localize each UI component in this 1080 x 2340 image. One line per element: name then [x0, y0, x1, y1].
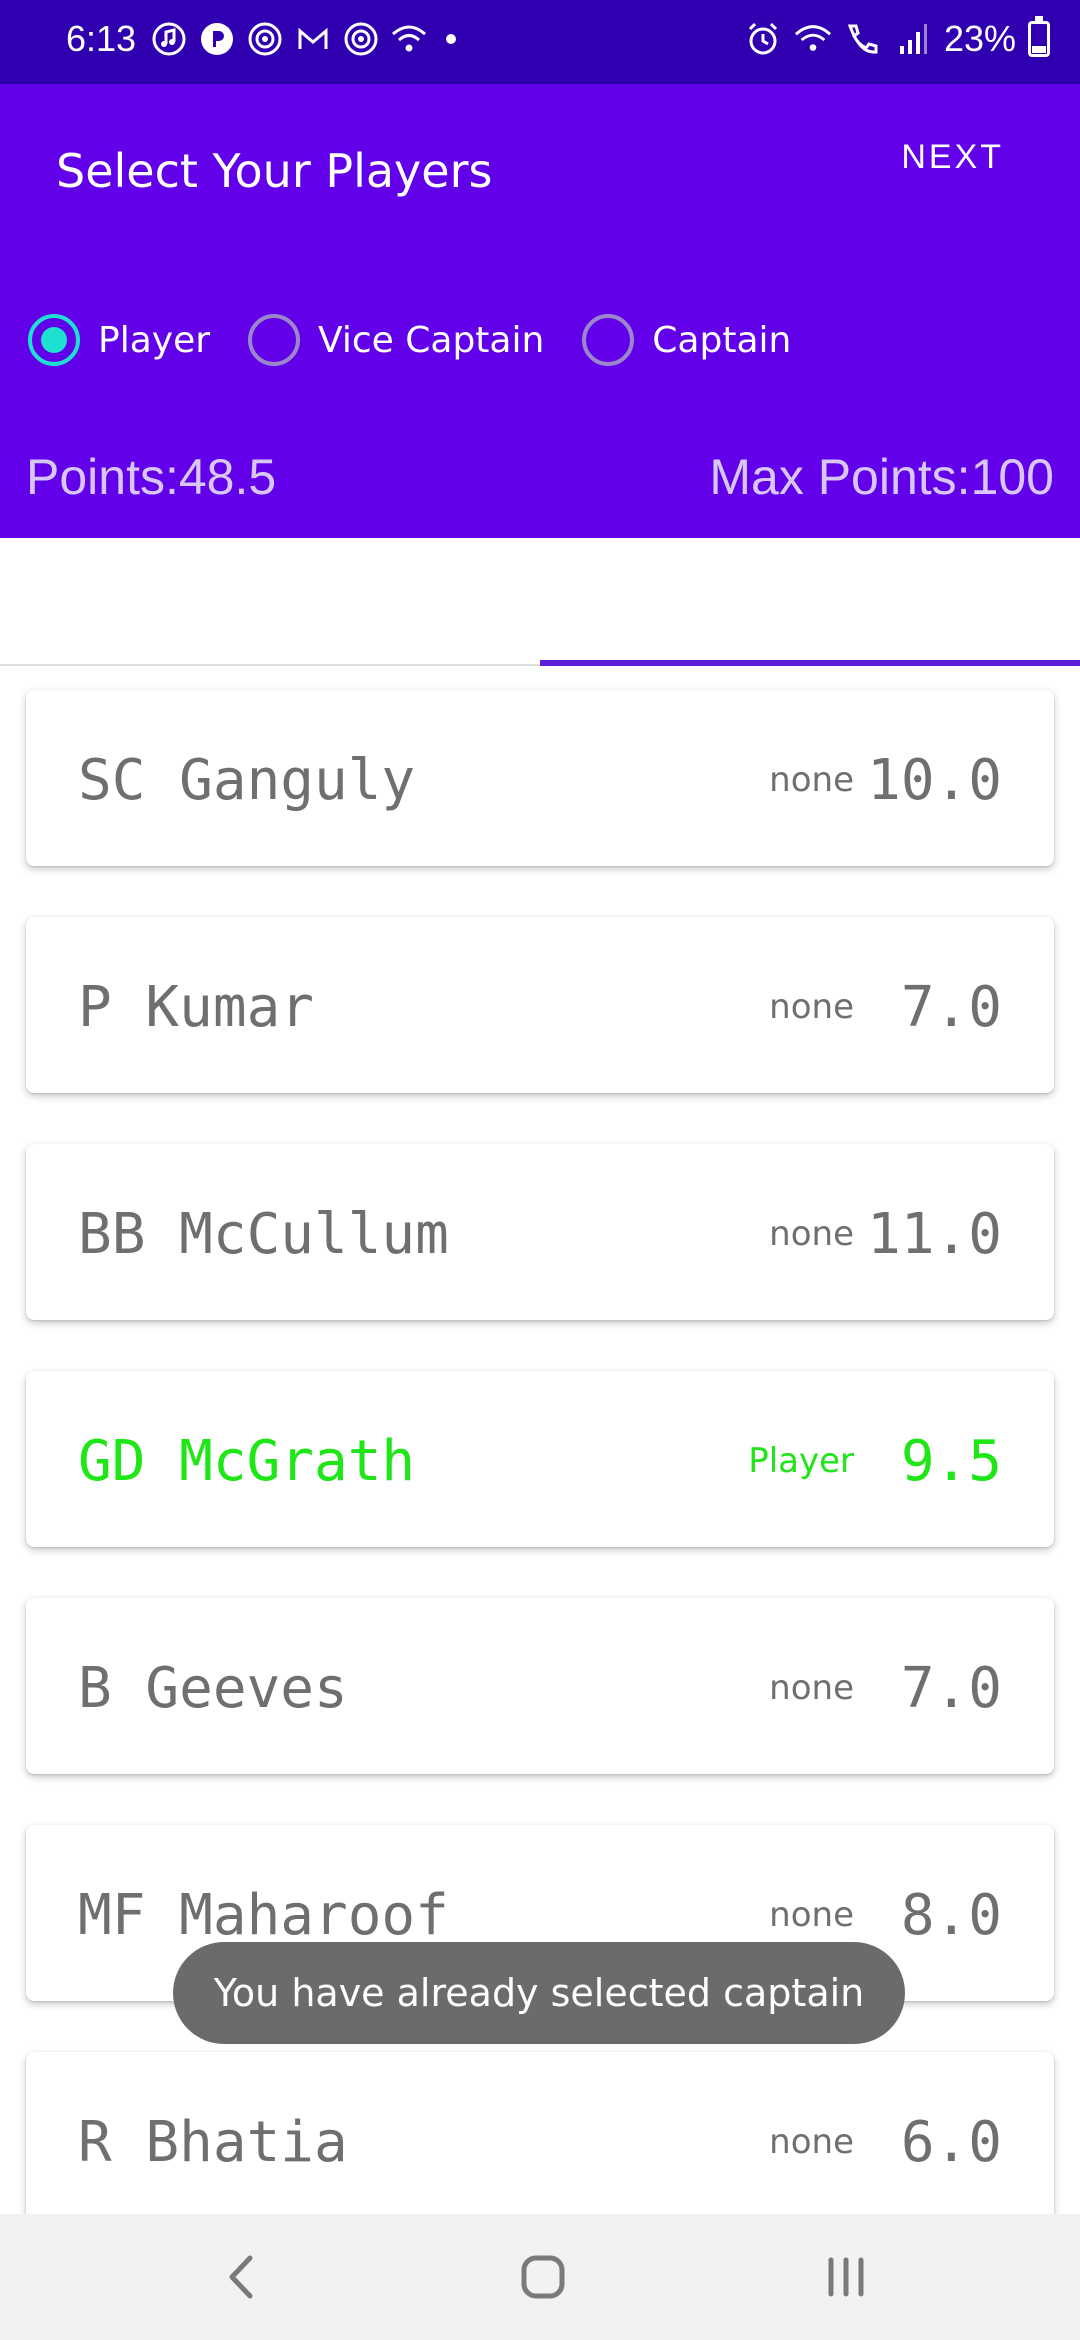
player-score: 6.0	[900, 2110, 1002, 2175]
dot-icon	[446, 34, 456, 44]
radio-button-icon[interactable]	[248, 314, 301, 366]
wifi-icon	[390, 20, 428, 58]
player-name: R Bhatia	[78, 2110, 348, 2175]
player-name: P Kumar	[78, 975, 315, 1040]
recents-icon	[828, 2257, 864, 2297]
radio-label: Vice Captain	[318, 319, 545, 361]
radio-label: Player	[98, 319, 211, 361]
toast-message: You have already selected captain	[173, 1942, 905, 2044]
player-score: 9.5	[900, 1429, 1002, 1494]
status-time: 6:13	[66, 18, 137, 59]
tab-bar	[0, 538, 1080, 666]
sync-icon	[342, 20, 380, 58]
radio-captain[interactable]: Captain	[582, 314, 791, 366]
player-score: 7.0	[900, 1656, 1002, 1721]
player-name: SC Ganguly	[78, 748, 416, 813]
tab-indicator	[540, 660, 1080, 666]
player-name: B Geeves	[78, 1656, 348, 1721]
player-score: 8.0	[900, 1883, 1002, 1948]
page-title: Select Your Players	[56, 144, 493, 198]
player-role: none	[769, 1214, 854, 1254]
gmail-icon	[294, 20, 332, 58]
alarm-icon	[744, 20, 782, 58]
radio-player[interactable]: Player	[28, 314, 210, 366]
radio-label: Captain	[652, 319, 792, 361]
battery-icon	[1028, 16, 1050, 57]
back-button[interactable]	[202, 2244, 282, 2310]
player-role: none	[769, 760, 854, 800]
player-name: MF Maharoof	[78, 1883, 449, 1948]
player-card[interactable]: P Kumar none 7.0	[26, 917, 1054, 1093]
p-badge-icon	[198, 20, 236, 58]
home-icon	[521, 2255, 565, 2299]
player-card[interactable]: R Bhatia none 6.0	[26, 2052, 1054, 2214]
player-card[interactable]: GD McGrath Player 9.5	[26, 1371, 1054, 1547]
player-role: none	[769, 2122, 854, 2162]
player-role: Player	[748, 1441, 854, 1481]
status-bar: 6:13 23%	[0, 0, 1080, 84]
notification-icons	[150, 20, 456, 58]
player-card[interactable]: BB McCullum none 11.0	[26, 1144, 1054, 1320]
player-role: none	[769, 1895, 854, 1935]
player-score: 11.0	[867, 1202, 1002, 1267]
player-score: 7.0	[900, 975, 1002, 1040]
radio-vice-captain[interactable]: Vice Captain	[248, 314, 544, 366]
radio-button-icon[interactable]	[582, 314, 635, 366]
system-nav-bar	[0, 2214, 1080, 2340]
max-points: Max Points:100	[709, 449, 1054, 505]
player-card[interactable]: B Geeves none 7.0	[26, 1598, 1054, 1774]
player-score: 10.0	[867, 748, 1002, 813]
system-icons: 23%	[744, 16, 1050, 60]
role-radio-group: Player Vice Captain Captain	[28, 314, 829, 366]
home-button[interactable]	[503, 2244, 583, 2310]
player-role: none	[769, 1668, 854, 1708]
back-icon	[229, 2255, 253, 2299]
cell-signal-icon	[894, 20, 932, 58]
player-card[interactable]: SC Ganguly none 10.0	[26, 690, 1054, 866]
player-name: BB McCullum	[78, 1202, 449, 1267]
player-role: none	[769, 987, 854, 1027]
recents-button[interactable]	[806, 2244, 886, 2310]
sync-icon	[246, 20, 284, 58]
points-total: Points:48.5	[26, 449, 277, 505]
wifi-signal-icon	[794, 20, 832, 58]
radio-button-icon[interactable]	[28, 314, 80, 366]
app-header: Select Your Players NEXT Player Vice Cap…	[0, 84, 1080, 538]
battery-percent: 23%	[943, 18, 1016, 59]
wifi-calling-icon	[844, 20, 882, 58]
player-name: GD McGrath	[78, 1429, 416, 1494]
next-button[interactable]: NEXT	[901, 138, 1004, 177]
music-icon	[150, 20, 188, 58]
